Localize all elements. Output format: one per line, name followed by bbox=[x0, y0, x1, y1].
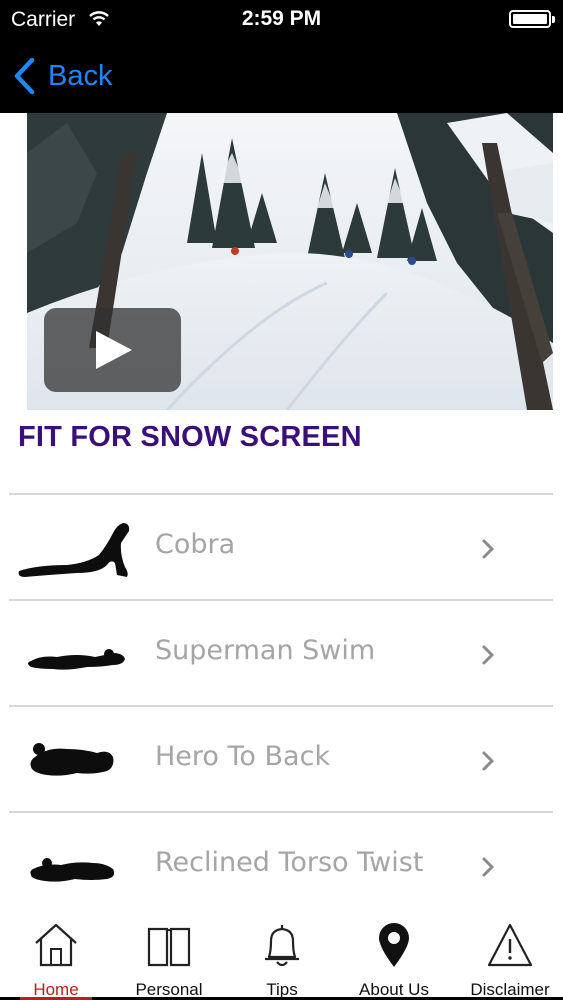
list-item-reclined-torso-twist[interactable]: Reclined Torso Twist bbox=[9, 813, 553, 917]
list-item-hero-to-back[interactable]: Hero To Back bbox=[9, 707, 553, 811]
page-title: FIT FOR SNOW SCREEN bbox=[18, 421, 362, 453]
chevron-left-icon bbox=[14, 57, 35, 95]
superman-swim-silhouette-icon bbox=[28, 649, 125, 670]
status-bar: Carrier 2:59 PM bbox=[0, 0, 563, 40]
reclined-torso-twist-silhouette-icon bbox=[30, 858, 115, 882]
tab-disclaimer[interactable]: Disclaimer bbox=[460, 913, 560, 1000]
cobra-pose-silhouette-icon bbox=[18, 523, 130, 577]
chevron-right-icon bbox=[482, 751, 494, 771]
list-item-superman-swim[interactable]: Superman Swim bbox=[9, 601, 553, 705]
list-item-label: Superman Swim bbox=[155, 635, 376, 666]
list-item-cobra[interactable]: Cobra bbox=[9, 495, 553, 599]
play-icon bbox=[96, 331, 132, 369]
list-item-label: Hero To Back bbox=[155, 741, 331, 772]
chevron-right-icon bbox=[482, 645, 494, 665]
status-time: 2:59 PM bbox=[241, 7, 322, 30]
home-icon bbox=[35, 923, 77, 967]
list-item-label: Reclined Torso Twist bbox=[155, 847, 424, 878]
top-bar: Carrier 2:59 PM Back bbox=[0, 0, 563, 113]
chevron-right-icon bbox=[482, 857, 494, 877]
hero-to-back-silhouette-icon bbox=[30, 743, 114, 776]
tab-bar: Home Personal Tips About Us Disclaimer bbox=[0, 913, 563, 1000]
tab-tips[interactable]: Tips bbox=[240, 913, 324, 1000]
exercise-list: Cobra Superman Swim Hero To Back Recline… bbox=[9, 493, 553, 917]
tab-about-us[interactable]: About Us bbox=[350, 913, 438, 1000]
chevron-right-icon bbox=[482, 539, 494, 559]
tab-home[interactable]: Home bbox=[13, 913, 99, 1000]
play-button[interactable] bbox=[44, 308, 181, 392]
list-item-label: Cobra bbox=[155, 529, 236, 560]
back-label: Back bbox=[48, 59, 113, 92]
back-button[interactable]: Back bbox=[12, 56, 112, 96]
bell-icon bbox=[265, 925, 299, 967]
warning-icon bbox=[487, 923, 533, 967]
battery-icon bbox=[509, 10, 555, 28]
location-pin-icon bbox=[379, 923, 409, 967]
tab-personal[interactable]: Personal bbox=[120, 913, 218, 1000]
video-player[interactable] bbox=[27, 113, 553, 410]
book-icon bbox=[147, 927, 191, 967]
